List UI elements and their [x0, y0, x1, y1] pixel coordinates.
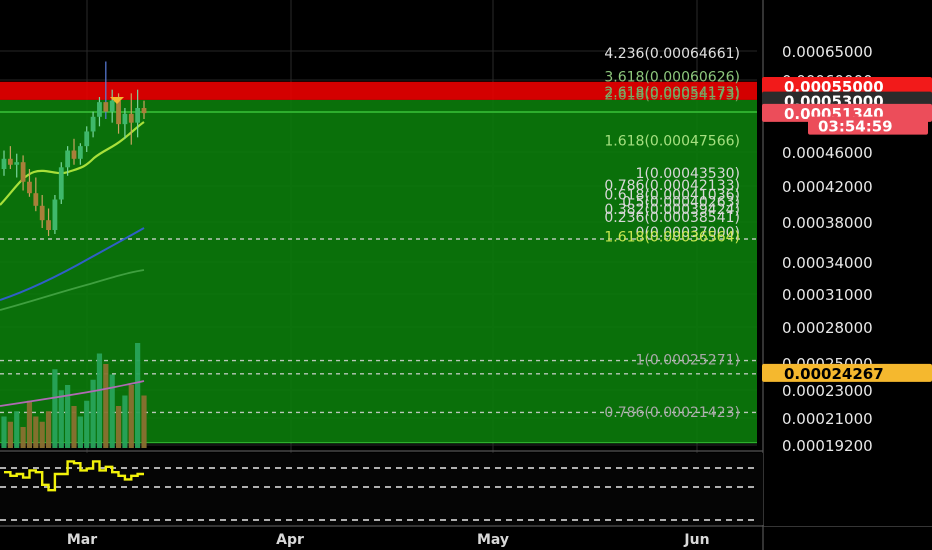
candle-body: [122, 113, 128, 125]
fib-label: 1.618(0.00047566): [604, 134, 740, 150]
oscillator-bg: [0, 453, 763, 525]
time-tick-label: Jun: [683, 532, 709, 548]
candle-body: [27, 181, 32, 194]
volume-bar: [39, 421, 45, 448]
volume-bar: [115, 406, 122, 448]
price-tick-label: 0.00034000: [782, 254, 873, 272]
time-tick-label: May: [477, 532, 509, 548]
volume-bar: [84, 400, 90, 448]
price-tick-label: 0.00046000: [782, 144, 873, 162]
candle-body: [33, 193, 39, 206]
candle-body: [141, 108, 147, 114]
volume-bar: [135, 343, 141, 448]
volume-bar: [33, 416, 39, 448]
price-tick-label: 0.00065000: [782, 43, 873, 61]
volume-bar: [1, 416, 7, 448]
fib-label: 2.618(0.00054173): [604, 87, 740, 103]
volume-bar: [45, 411, 52, 448]
fib-label: 4.236(0.00064661): [604, 46, 740, 62]
volume-bar: [103, 364, 109, 448]
volume-bar: [71, 406, 77, 448]
price-tick-label: 0.00038000: [782, 214, 873, 232]
price-tick-label: 0.00028000: [782, 319, 873, 337]
volume-bar: [7, 421, 13, 448]
fib-label: 0.786(0.00021423): [604, 405, 740, 421]
volume-bar: [26, 400, 33, 448]
price-badge-label: 0.00024267: [784, 365, 884, 383]
volume-bar: [109, 374, 115, 448]
volume-bar: [141, 395, 147, 448]
candle-body: [135, 108, 141, 123]
candle-body: [46, 220, 51, 230]
price-chart[interactable]: 4.236(0.00064661) 3.618(0.00060626) 2.618(…: [0, 0, 932, 550]
candle-body: [71, 150, 77, 159]
price-tick-label: 0.00031000: [782, 286, 873, 304]
candle-body: [7, 158, 13, 165]
candle-body: [52, 199, 58, 230]
volume-bar: [128, 385, 134, 448]
candle-body: [20, 162, 26, 182]
oscillator-pane: [0, 453, 763, 525]
candle-body: [14, 162, 20, 165]
fib-label: 0.236(0.00038541): [604, 210, 740, 226]
price-tick-label: 0.00019200: [782, 437, 873, 455]
time-tick-label: Apr: [276, 532, 304, 548]
volume-bar: [14, 411, 20, 448]
candle-body: [39, 205, 45, 221]
volume-bar: [122, 395, 128, 448]
price-tick-label: 0.00023000: [782, 382, 873, 400]
price-tick-label: 0.00021000: [782, 410, 873, 428]
fib-label: 3.618(0.00060626): [604, 69, 740, 85]
candle-body: [97, 102, 102, 117]
candle-body: [1, 158, 7, 169]
candle-body: [58, 167, 64, 200]
candle-body: [84, 131, 90, 147]
price-tick-label: 0.00042000: [782, 178, 873, 196]
candle-body: [90, 116, 96, 132]
volume-bar: [52, 369, 58, 448]
fib-label: 1(0.00025271): [636, 353, 740, 369]
volume-bar: [77, 416, 83, 448]
candle-body: [77, 146, 83, 159]
time-tick-label: Mar: [67, 532, 97, 548]
price-badge-label: 03:54:59: [818, 118, 893, 136]
candle-body: [103, 102, 109, 112]
volume-bar: [20, 427, 26, 448]
candle-body: [116, 100, 121, 125]
candle-body: [65, 150, 71, 168]
candle-body: [128, 113, 134, 123]
volume-bar: [58, 390, 64, 448]
fib-label: 1.618(0.00036564): [604, 229, 740, 245]
volume-bar: [96, 353, 103, 448]
candle-body: [109, 100, 115, 112]
